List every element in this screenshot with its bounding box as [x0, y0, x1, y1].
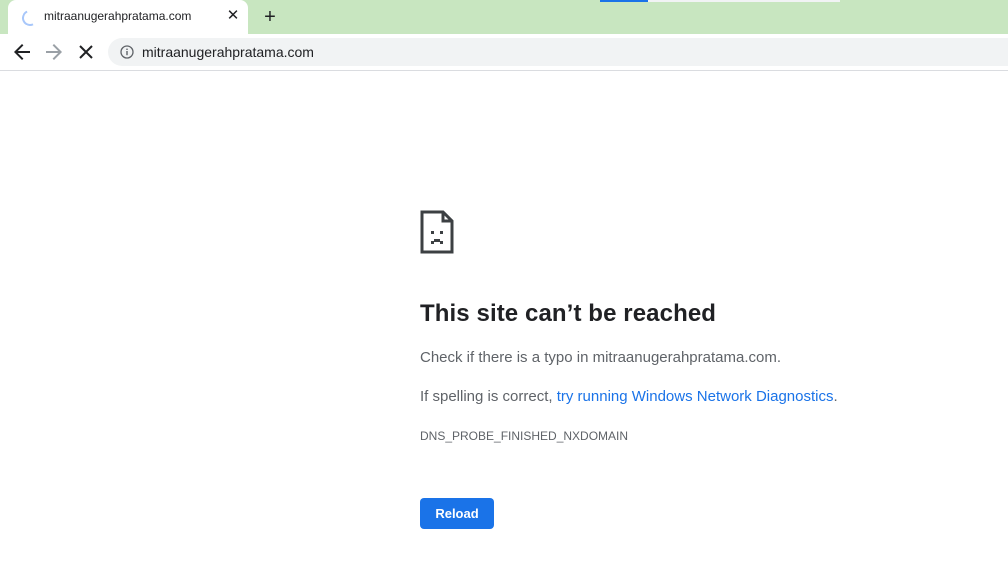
tabstrip-accent-secondary — [648, 0, 840, 2]
back-arrow-icon — [14, 44, 30, 60]
diagnostics-link[interactable]: try running Windows Network Diagnostics — [557, 388, 834, 405]
sad-document-icon — [420, 210, 454, 254]
back-button[interactable] — [10, 40, 34, 64]
diagnostics-suffix: . — [833, 388, 838, 405]
error-title: This site can’t be reached — [420, 300, 717, 327]
error-code: DNS_PROBE_FINISHED_NXDOMAIN — [420, 429, 629, 443]
tab-title: mitraanugerahpratama.com — [44, 9, 192, 23]
diagnostics-hint: If spelling is correct, try running Wind… — [420, 388, 838, 405]
info-icon[interactable] — [120, 45, 134, 59]
new-tab-button[interactable]: + — [258, 5, 282, 29]
diagnostics-prefix: If spelling is correct, — [420, 388, 557, 405]
stop-button[interactable] — [74, 40, 98, 64]
tab-active[interactable]: mitraanugerahpratama.com ✕ — [8, 0, 248, 34]
reload-button[interactable]: Reload — [420, 498, 494, 529]
stop-loading-icon — [79, 45, 93, 59]
loading-spinner-icon — [19, 7, 41, 29]
tab-strip: mitraanugerahpratama.com ✕ + — [0, 0, 1008, 34]
typo-hint: Check if there is a typo in mitraanugera… — [420, 349, 782, 366]
tabstrip-accent — [600, 0, 648, 2]
toolbar: mitraanugerahpratama.com — [0, 34, 1008, 71]
address-bar[interactable]: mitraanugerahpratama.com — [108, 38, 1008, 66]
url-text: mitraanugerahpratama.com — [142, 44, 314, 60]
forward-button[interactable] — [42, 40, 66, 64]
tab-close-icon[interactable]: ✕ — [225, 8, 241, 24]
forward-arrow-icon — [46, 44, 62, 60]
